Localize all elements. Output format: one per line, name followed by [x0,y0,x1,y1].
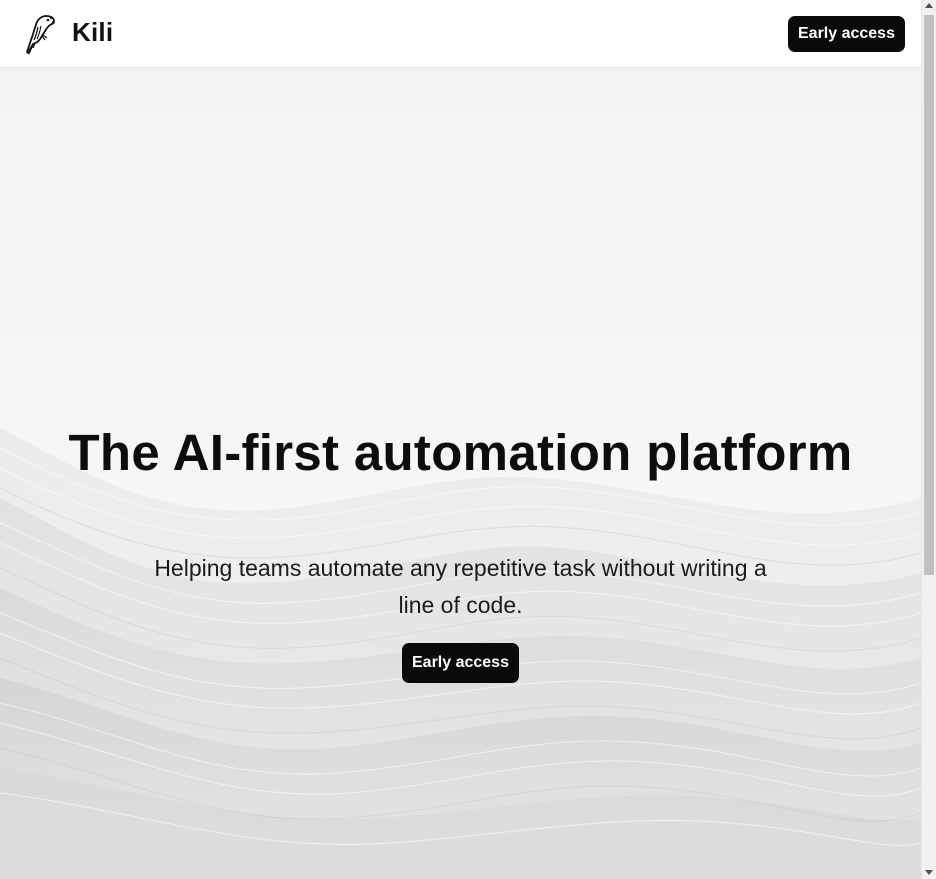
scroll-thumb[interactable] [924,15,934,575]
viewport: Kili Early access The AI-first automatio… [0,0,921,879]
early-access-button[interactable]: Early access [788,16,905,52]
hero-early-access-button[interactable]: Early access [402,643,519,683]
scroll-down-arrow-icon[interactable] [925,870,933,875]
hero-section: The AI-first automation platform Helping… [0,68,921,879]
page: Kili Early access The AI-first automatio… [0,0,936,879]
scroll-up-arrow-icon[interactable] [925,3,933,8]
parrot-icon[interactable] [24,13,56,55]
vertical-scrollbar[interactable] [921,0,936,879]
hero-subtitle: Helping teams automate any repetitive ta… [154,555,767,618]
brand-name[interactable]: Kili [72,17,113,48]
top-navbar: Kili Early access [0,0,921,68]
hero-title: The AI-first automation platform [68,424,853,481]
